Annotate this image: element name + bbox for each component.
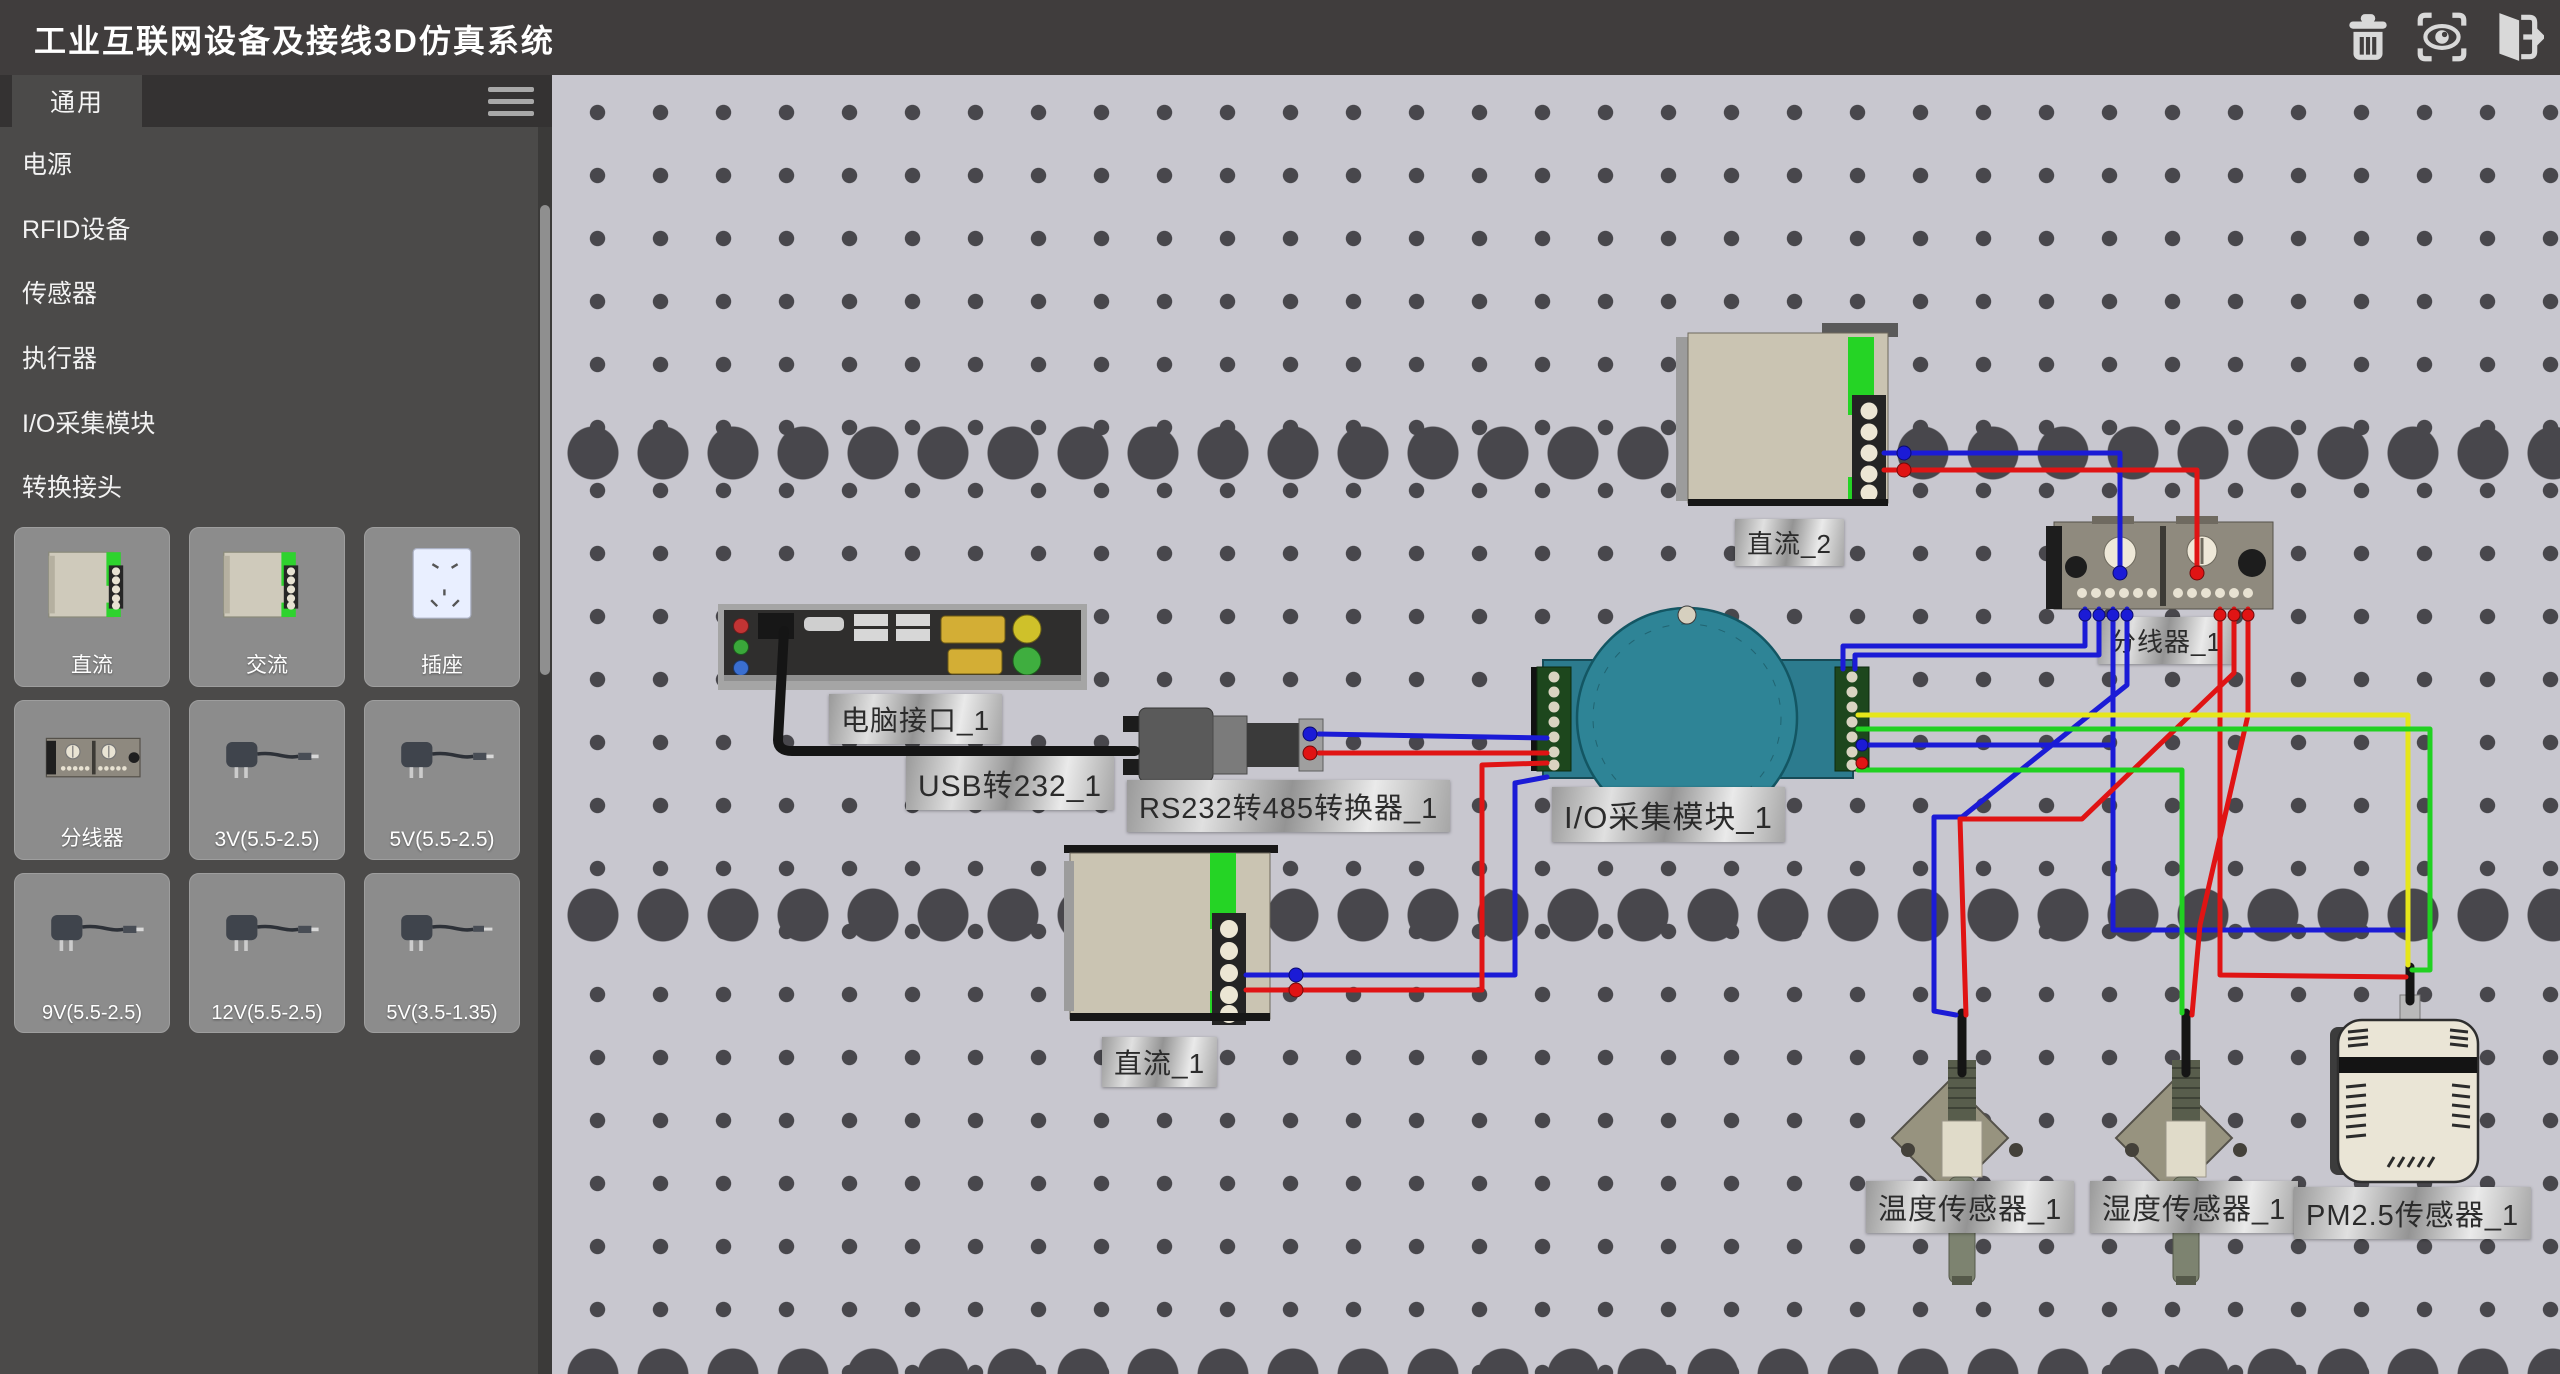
device-rs232-485-converter[interactable] — [1123, 708, 1323, 782]
device-dc-power-2[interactable] — [1676, 323, 1898, 506]
device-splitter[interactable] — [2046, 516, 2273, 609]
device-label-computer-interface[interactable]: 电脑接口_1 — [829, 694, 1002, 744]
device-label-io-module[interactable]: I/O采集模块_1 — [1552, 787, 1785, 842]
menu-item-io-module[interactable]: I/O采集模块 — [0, 389, 536, 454]
tile-adapter-3v[interactable]: 3V(5.5-2.5) — [189, 700, 345, 860]
tile-label: 分线器 — [15, 822, 169, 852]
tab-general[interactable]: 通用 — [12, 75, 142, 127]
exit-icon[interactable] — [2488, 9, 2544, 65]
sidebar-scrollbar-thumb[interactable] — [540, 205, 550, 675]
tile-label: 12V(5.5-2.5) — [190, 1002, 344, 1025]
category-menu: 电源 RFID设备 传感器 执行器 I/O采集模块 转换接头 — [0, 131, 536, 519]
tile-label: 直流 — [15, 649, 169, 679]
menu-item-power[interactable]: 电源 — [0, 131, 536, 196]
device-label-splitter[interactable]: 分线器_1 — [2098, 617, 2234, 664]
device-label-dc-2[interactable]: 直流_2 — [1735, 519, 1844, 566]
adapter-icon — [207, 888, 327, 978]
device-label-rs232-485[interactable]: RS232转485转换器_1 — [1127, 780, 1450, 832]
device-label-dc-1[interactable]: 直流_1 — [1102, 1037, 1217, 1087]
power-supply-icon — [32, 542, 152, 632]
app-title: 工业互联网设备及接线3D仿真系统 — [34, 16, 555, 62]
adapter-icon — [207, 715, 327, 805]
adapter-icon — [382, 888, 502, 978]
menu-item-sensor[interactable]: 传感器 — [0, 260, 536, 325]
tile-adapter-5v[interactable]: 5V(5.5-2.5) — [364, 700, 520, 860]
device-label-pm25[interactable]: PM2.5传感器_1 — [2294, 1187, 2531, 1239]
tile-dc-power[interactable]: 直流 — [14, 527, 170, 687]
tile-label: 交流 — [190, 649, 344, 679]
tile-ac-power[interactable]: 交流 — [189, 527, 345, 687]
tile-label: 5V(3.5-1.35) — [365, 1002, 519, 1025]
sidebar: 通用 电源 RFID设备 传感器 执行器 I/O采集模块 转换接头 直流 — [0, 75, 552, 1374]
socket-icon — [382, 542, 502, 632]
menu-item-rfid[interactable]: RFID设备 — [0, 196, 536, 261]
menu-item-actuator[interactable]: 执行器 — [0, 325, 536, 390]
tile-label: 插座 — [365, 649, 519, 679]
device-temperature-sensor[interactable] — [1892, 1060, 2023, 1285]
sidebar-scrollbar-track — [538, 127, 552, 1374]
sidebar-tab-bar: 通用 — [0, 75, 552, 127]
splitter-icon — [32, 715, 152, 805]
tile-adapter-12v[interactable]: 12V(5.5-2.5) — [189, 873, 345, 1033]
tile-label: 3V(5.5-2.5) — [190, 828, 344, 852]
menu-item-adapter[interactable]: 转换接头 — [0, 454, 536, 519]
simulation-canvas[interactable]: 电脑接口_1 USB转232_1 RS232转485转换器_1 I/O采集模块_… — [552, 75, 2560, 1374]
view-scan-icon[interactable] — [2414, 9, 2470, 65]
device-humidity-sensor[interactable] — [2116, 1060, 2247, 1285]
device-computer-interface[interactable] — [718, 604, 1087, 690]
tile-adapter-5v-slim[interactable]: 5V(3.5-1.35) — [364, 873, 520, 1033]
hamburger-menu-icon[interactable] — [488, 87, 534, 117]
trash-icon[interactable] — [2340, 9, 2396, 65]
tile-label: 5V(5.5-2.5) — [365, 828, 519, 852]
device-label-humidity[interactable]: 湿度传感器_1 — [2090, 1181, 2298, 1233]
device-tile-grid: 直流 交流 — [14, 527, 520, 1033]
device-pm25-sensor[interactable] — [2330, 995, 2478, 1182]
power-supply-icon — [207, 542, 327, 632]
tile-socket[interactable]: 插座 — [364, 527, 520, 687]
device-dc-power-1[interactable] — [1064, 845, 1278, 1025]
tile-splitter[interactable]: 分线器 — [14, 700, 170, 860]
topbar-icon-group — [2340, 9, 2544, 65]
adapter-icon — [382, 715, 502, 805]
device-label-temperature[interactable]: 温度传感器_1 — [1866, 1181, 2074, 1233]
adapter-icon — [32, 888, 152, 978]
tile-label: 9V(5.5-2.5) — [15, 1002, 169, 1025]
tile-adapter-9v[interactable]: 9V(5.5-2.5) — [14, 873, 170, 1033]
device-label-usb-232[interactable]: USB转232_1 — [906, 756, 1114, 810]
top-bar: 工业互联网设备及接线3D仿真系统 — [0, 0, 2560, 75]
